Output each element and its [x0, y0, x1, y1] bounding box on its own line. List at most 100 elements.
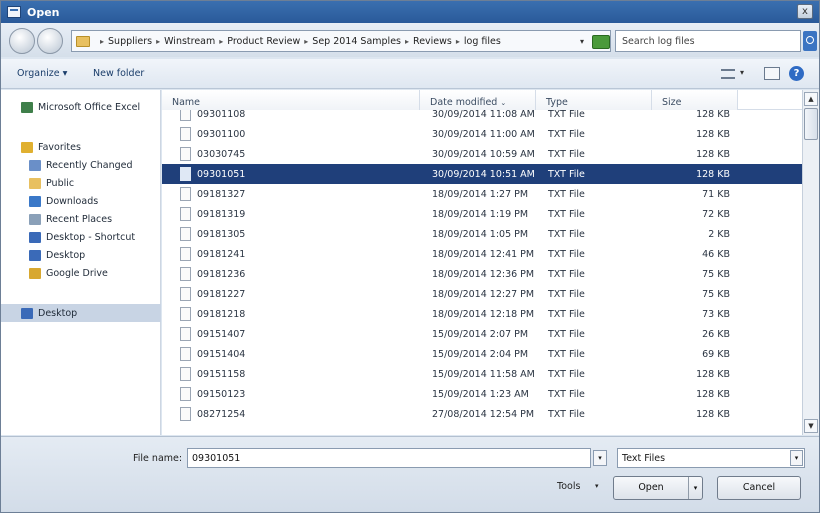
- vertical-scrollbar[interactable]: ▲ ▼: [802, 90, 819, 435]
- file-size-cell: 73 KB: [702, 308, 730, 320]
- file-name-text: 09181227: [197, 288, 246, 300]
- breadcrumb-segment[interactable]: Sep 2014 Samples: [312, 36, 401, 47]
- sort-chevron-icon: ⌄: [500, 99, 507, 107]
- column-header-bar: Name Date modified ⌄ Type Size: [162, 90, 802, 110]
- recent-places-icon: [29, 213, 41, 225]
- file-row[interactable]: 09181227 18/09/2014 12:27 PM TXT File 75 KB: [162, 284, 802, 304]
- views-dropdown-icon[interactable]: ▾: [740, 68, 744, 77]
- file-row[interactable]: 09181241 18/09/2014 12:41 PM TXT File 46 KB: [162, 244, 802, 264]
- nav-item[interactable]: Microsoft Office Excel: [1, 98, 161, 116]
- file-row[interactable]: 09181305 18/09/2014 1:05 PM TXT File 2 KB: [162, 224, 802, 244]
- file-name-cell: 09151407: [180, 327, 245, 341]
- file-size-cell: 128 KB: [696, 408, 730, 420]
- open-button-label: Open: [638, 482, 664, 493]
- file-row[interactable]: 09181218 18/09/2014 12:18 PM TXT File 73 KB: [162, 304, 802, 324]
- cancel-button[interactable]: Cancel: [717, 476, 801, 500]
- breadcrumb-segment[interactable]: Winstream: [164, 36, 215, 47]
- file-name-dropdown-icon[interactable]: ▾: [593, 450, 607, 466]
- file-type-cell: TXT File: [548, 328, 585, 340]
- breadcrumb-separator-icon[interactable]: ▸: [219, 37, 223, 46]
- file-date-cell: 15/09/2014 11:58 AM: [432, 368, 535, 380]
- column-header-date[interactable]: Date modified ⌄: [420, 90, 536, 110]
- file-size-cell: 128 KB: [696, 168, 730, 180]
- nav-item[interactable]: Public: [1, 174, 161, 192]
- views-icon[interactable]: [721, 69, 735, 79]
- nav-item[interactable]: Favorites: [1, 138, 161, 156]
- breadcrumb-segment[interactable]: Reviews: [413, 36, 452, 47]
- nav-item[interactable]: Google Drive: [1, 264, 161, 282]
- file-name-cell: 03030745: [180, 147, 245, 161]
- file-name-cell: 09181327: [180, 187, 245, 201]
- downloads-icon: [29, 195, 41, 207]
- help-icon[interactable]: ?: [789, 66, 804, 81]
- file-size-cell: 128 KB: [696, 368, 730, 380]
- scroll-up-icon[interactable]: ▲: [804, 92, 818, 106]
- file-size-cell: 2 KB: [708, 228, 730, 240]
- tools-button[interactable]: Tools: [557, 481, 580, 492]
- column-header-name[interactable]: Name: [162, 90, 420, 110]
- breadcrumb-segment[interactable]: Suppliers: [108, 36, 152, 47]
- file-size-cell: 128 KB: [696, 148, 730, 160]
- column-header-type[interactable]: Type: [536, 90, 652, 110]
- column-header-size[interactable]: Size: [652, 90, 738, 110]
- file-row[interactable]: 09151404 15/09/2014 2:04 PM TXT File 69 KB: [162, 344, 802, 364]
- file-name-cell: 08271254: [180, 407, 245, 421]
- breadcrumb-path: ▸ Suppliers ▸ Winstream ▸ Product Review ▸ Sep …: [96, 36, 501, 47]
- title-bar[interactable]: Open x: [1, 1, 819, 23]
- file-name-label: File name:: [133, 453, 183, 464]
- nav-item[interactable]: Desktop - Shortcut: [1, 228, 161, 246]
- nav-item[interactable]: Desktop: [1, 246, 161, 264]
- file-row[interactable]: 09151407 15/09/2014 2:07 PM TXT File 26 KB: [162, 324, 802, 344]
- organize-button[interactable]: Organize ▾: [17, 68, 67, 79]
- search-input[interactable]: Search log files: [615, 30, 801, 52]
- file-type-cell: TXT File: [548, 388, 585, 400]
- search-icon[interactable]: [803, 31, 817, 51]
- file-row[interactable]: 09181319 18/09/2014 1:19 PM TXT File 72 KB: [162, 204, 802, 224]
- file-date-cell: 18/09/2014 1:19 PM: [432, 208, 529, 220]
- new-folder-button[interactable]: New folder: [93, 68, 144, 79]
- nav-item[interactable]: Recently Changed: [1, 156, 161, 174]
- folder-icon: [29, 177, 41, 189]
- preview-pane-icon[interactable]: [764, 67, 780, 80]
- text-file-icon: [180, 207, 191, 221]
- breadcrumb-separator-icon[interactable]: ▸: [456, 37, 460, 46]
- address-dropdown-icon[interactable]: ▾: [580, 37, 584, 46]
- file-row[interactable]: 08271254 27/08/2014 12:54 PM TXT File 128 K…: [162, 404, 802, 424]
- file-row[interactable]: 03030745 30/09/2014 10:59 AM TXT File 128 K…: [162, 144, 802, 164]
- file-size-cell: 128 KB: [696, 108, 730, 120]
- breadcrumb-segment[interactable]: Product Review: [227, 36, 300, 47]
- file-row[interactable]: 09301051 30/09/2014 10:51 AM TXT File 128 K…: [162, 164, 802, 184]
- breadcrumb-separator-icon[interactable]: ▸: [405, 37, 409, 46]
- nav-item-label: Recent Places: [46, 213, 113, 225]
- file-size-cell: 75 KB: [702, 288, 730, 300]
- file-type-dropdown-icon[interactable]: ▾: [790, 450, 803, 466]
- file-date-cell: 18/09/2014 1:05 PM: [432, 228, 529, 240]
- breadcrumb-separator-icon[interactable]: ▸: [304, 37, 308, 46]
- forward-button[interactable]: [37, 28, 63, 54]
- file-row[interactable]: 09301100 30/09/2014 11:00 AM TXT File 128 K…: [162, 124, 802, 144]
- close-button[interactable]: x: [797, 4, 813, 19]
- breadcrumb-segment[interactable]: log files: [464, 36, 501, 47]
- file-type-cell: TXT File: [548, 148, 585, 160]
- window-icon: [7, 6, 21, 18]
- breadcrumb[interactable]: ▸ Suppliers ▸ Winstream ▸ Product Review ▸ Sep …: [71, 30, 611, 52]
- file-row[interactable]: 09181327 18/09/2014 1:27 PM TXT File 71 KB: [162, 184, 802, 204]
- scroll-down-icon[interactable]: ▼: [804, 419, 818, 433]
- nav-item[interactable]: Desktop: [1, 304, 161, 322]
- file-row[interactable]: 09181236 18/09/2014 12:36 PM TXT File 75 KB: [162, 264, 802, 284]
- breadcrumb-separator-icon[interactable]: ▸: [100, 37, 104, 46]
- file-row[interactable]: 09150123 15/09/2014 1:23 AM TXT File 128 KB: [162, 384, 802, 404]
- back-button[interactable]: [9, 28, 35, 54]
- file-date-cell: 15/09/2014 2:04 PM: [432, 348, 529, 360]
- open-split-dropdown-icon[interactable]: ▾: [688, 477, 702, 499]
- scroll-thumb[interactable]: [804, 108, 818, 140]
- file-name-input[interactable]: 09301051: [187, 448, 591, 468]
- file-type-select[interactable]: Text Files: [617, 448, 805, 468]
- breadcrumb-separator-icon[interactable]: ▸: [156, 37, 160, 46]
- tools-dropdown-icon[interactable]: ▾: [595, 482, 599, 490]
- open-button[interactable]: Open ▾: [613, 476, 703, 500]
- nav-item[interactable]: Recent Places: [1, 210, 161, 228]
- nav-item[interactable]: Downloads: [1, 192, 161, 210]
- file-row[interactable]: 09151158 15/09/2014 11:58 AM TXT File 128 K…: [162, 364, 802, 384]
- refresh-icon[interactable]: [592, 35, 610, 49]
